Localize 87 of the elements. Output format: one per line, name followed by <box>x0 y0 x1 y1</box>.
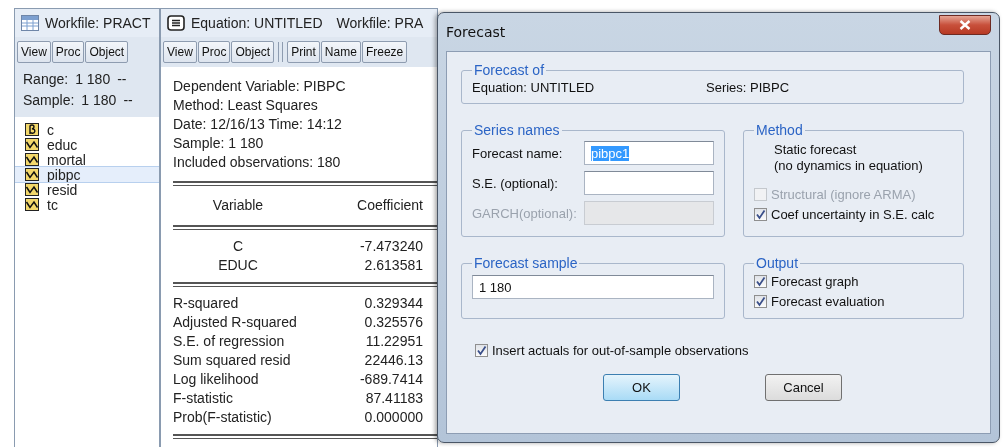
method-text: Static forecast <box>774 142 858 158</box>
checkbox-label: Forecast evaluation <box>771 293 885 309</box>
object-item[interactable]: resid <box>15 182 159 197</box>
column-header: Variable <box>211 196 265 215</box>
stat-value: 87.41183 <box>364 389 423 408</box>
object-item[interactable]: tc <box>15 197 159 212</box>
toolbar-button[interactable]: View <box>17 41 51 63</box>
stat-label: Adjusted R-squared <box>173 313 298 332</box>
info-value: 1 180 <box>75 70 111 89</box>
window-title: Workfile: PRACT <box>45 15 151 31</box>
output-line: Dependent Variable: PIBPC <box>173 77 347 96</box>
stat-value: 22446.13 <box>363 351 423 370</box>
object-item[interactable]: mortal <box>15 152 159 167</box>
toolbar-button[interactable]: Freeze <box>361 41 408 63</box>
method-text: (no dynamics in equation) <box>774 158 924 174</box>
stat-label: Sum squared resid <box>173 351 292 370</box>
toolbar-separator <box>278 42 284 62</box>
stat-label: F-statistic <box>173 389 234 408</box>
info-label: Sample: <box>23 91 75 110</box>
column-header: Coefficient <box>356 196 423 215</box>
close-icon <box>959 20 971 30</box>
table-cell-text: -7.473240 <box>358 237 423 256</box>
checkbox-label: Structural (ignore ARMA) <box>771 186 916 202</box>
stat-value: 0.325576 <box>363 313 423 332</box>
dialog-button[interactable]: Cancel <box>765 374 842 401</box>
checkbox[interactable] <box>475 343 488 357</box>
info-dashes: -- <box>123 91 133 110</box>
line-chart-icon <box>25 153 39 166</box>
dialog-button[interactable]: OK <box>603 374 680 401</box>
beta-icon <box>25 123 39 136</box>
group-label: Forecast sample <box>473 255 579 271</box>
table-cell-text: C <box>231 237 245 256</box>
dialog-title: Forecast <box>446 24 506 40</box>
checkbox-label: Forecast graph <box>771 273 859 289</box>
stat-value: 11.22951 <box>364 332 423 351</box>
output-line: Sample: 1 180 <box>173 134 265 153</box>
line-chart-icon <box>25 138 39 151</box>
toolbar-button[interactable]: Object <box>231 41 275 63</box>
equation-label: Equation: UNTITLED <box>472 80 596 95</box>
checkbox[interactable] <box>754 274 767 288</box>
line-chart-icon <box>25 198 39 211</box>
stat-value: 0.329344 <box>363 294 423 313</box>
group-label: Method <box>755 122 804 138</box>
table-cell-text: EDUC <box>217 256 259 275</box>
close-button[interactable] <box>939 15 991 35</box>
stat-label: Prob(F-statistic) <box>173 408 273 427</box>
stat-label: R-squared <box>173 294 240 313</box>
info-dashes: -- <box>117 70 127 89</box>
sample-field[interactable]: 1 180 <box>472 275 714 299</box>
stat-value: -689.7414 <box>358 370 423 389</box>
output-line: Date: 12/16/13 Time: 14:12 <box>173 115 343 134</box>
toolbar-button[interactable]: View <box>163 41 197 63</box>
grid-icon <box>21 15 39 31</box>
stat-label: Log likelihood <box>173 370 260 389</box>
checkbox-label: Coef uncertainty in S.E. calc <box>771 206 935 222</box>
series-label: Series: PIBPC <box>706 80 790 95</box>
field-label: S.E. (optional): <box>472 175 559 191</box>
group-label: Series names <box>473 122 561 138</box>
window-subtitle: Workfile: PRA <box>336 15 424 31</box>
field-label: GARCH(optional): <box>472 205 578 221</box>
window-title: Equation: UNTITLED <box>191 15 323 31</box>
checkbox[interactable] <box>754 207 767 221</box>
toolbar-button[interactable]: Proc <box>51 41 85 63</box>
text-field[interactable] <box>584 171 714 195</box>
field-label: Forecast name: <box>472 145 564 161</box>
table-cell-text: 2.613581 <box>363 256 423 275</box>
object-item[interactable]: c <box>15 122 159 137</box>
toolbar-button[interactable]: Name <box>320 41 361 63</box>
checkbox-label: Insert actuals for out-of-sample observations <box>492 342 749 358</box>
group-label: Forecast of <box>473 62 546 78</box>
group-label: Output <box>755 255 800 271</box>
object-item[interactable]: educ <box>15 137 159 152</box>
field-value: pibpc1 <box>591 145 630 161</box>
checkbox[interactable] <box>754 294 767 308</box>
equation-icon <box>167 15 185 31</box>
toolbar-button[interactable]: Object <box>85 41 129 63</box>
line-chart-icon <box>25 183 39 196</box>
output-line: Included observations: 180 <box>173 153 342 172</box>
stat-label: S.E. of regression <box>173 332 286 351</box>
toolbar-button[interactable]: Print <box>287 41 320 63</box>
stat-value: 0.000000 <box>363 408 423 427</box>
output-line: Method: Least Squares <box>173 96 319 115</box>
info-label: Range: <box>23 70 69 89</box>
line-chart-icon <box>25 168 39 181</box>
info-value: 1 180 <box>81 91 117 110</box>
toolbar-button[interactable]: Proc <box>197 41 231 63</box>
object-item[interactable]: pibpc <box>15 167 159 182</box>
